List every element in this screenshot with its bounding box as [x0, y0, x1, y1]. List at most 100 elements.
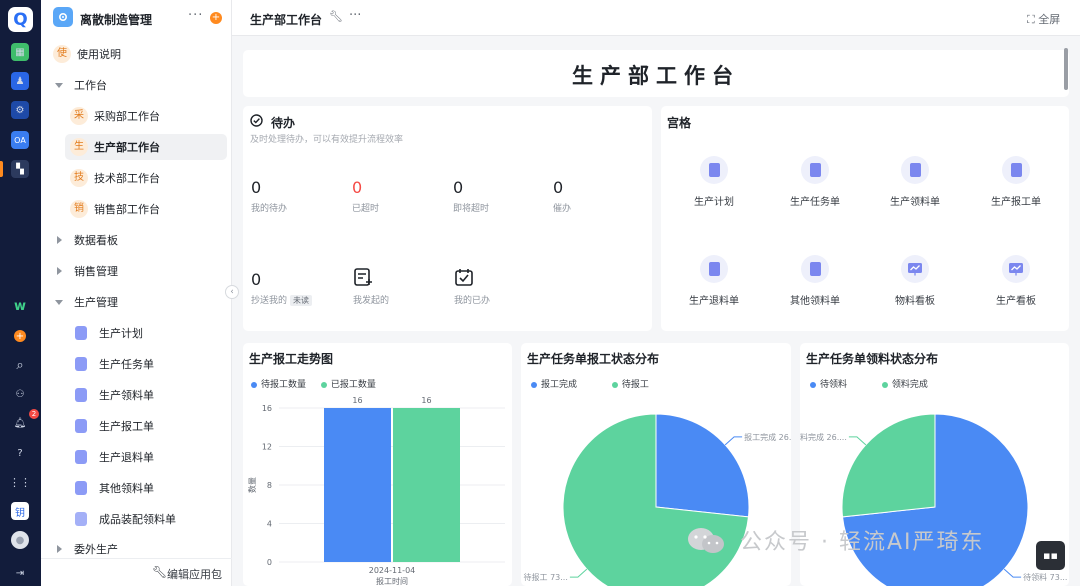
y-tick-label: 0: [267, 558, 272, 567]
palace-grid-card: 宫格 生产计划 生产任务单 生产领料单 生产报工单 生产退料单 其他领料单 物料…: [661, 106, 1069, 331]
sidebar-group-workbench[interactable]: 工作台: [41, 72, 232, 98]
help-icon[interactable]: ?: [11, 444, 29, 462]
palace-item-material-return[interactable]: 生产退料单: [669, 255, 759, 307]
sidebar-item-label: 生产领料单: [99, 389, 154, 402]
scrollbar-thumb[interactable]: [1064, 48, 1068, 90]
add-icon[interactable]: +: [11, 327, 29, 345]
oa-app-icon[interactable]: OA: [11, 131, 29, 149]
form-icon: [901, 156, 929, 184]
expand-rail-icon[interactable]: ⇥: [11, 564, 29, 582]
edit-app-package-label: 编辑应用包: [167, 568, 222, 581]
check-circle-icon: [250, 114, 263, 130]
sidebar-group-production[interactable]: 生产管理: [41, 289, 232, 315]
brand-w-icon[interactable]: w: [11, 297, 29, 315]
pie-slice-label: 报工完成 26....: [744, 432, 791, 442]
sidebar-item-label: 销售部工作台: [94, 203, 160, 216]
sidebar-item-work-report[interactable]: 生产报工单: [41, 413, 232, 439]
board-chart-icon: [901, 255, 929, 283]
sidebar-item-label: 技术部工作台: [94, 172, 160, 185]
sidebar-item-label: 生产任务单: [99, 358, 154, 371]
table-app-icon[interactable]: ▦: [11, 43, 29, 61]
palace-item-material-request[interactable]: 生产领料单: [870, 156, 960, 208]
rail-active-indicator: [0, 161, 3, 177]
wrench-icon: 🔧︎: [152, 565, 168, 579]
pie-slice: [841, 413, 936, 518]
org-app-icon[interactable]: ♟: [11, 72, 29, 90]
todo-card: 待办 及时处理待办，可以有效提升流程效率 0 我的待办 0 已超时 0 即将超时 0 催…: [243, 106, 652, 331]
palace-item-production-task[interactable]: 生产任务单: [770, 156, 860, 208]
sidebar-item-material-request[interactable]: 生产领料单: [41, 382, 232, 408]
quick-label: 我的已办: [454, 296, 491, 306]
sidebar-item-material-return[interactable]: 生产退料单: [41, 444, 232, 470]
palace-item-work-report[interactable]: 生产报工单: [971, 156, 1061, 208]
sidebar-item-other-request[interactable]: 其他领料单: [41, 475, 232, 501]
qingflow-logo-icon[interactable]: Q: [8, 7, 33, 32]
contacts-icon[interactable]: ⚇: [11, 385, 29, 403]
form-icon: [75, 357, 87, 371]
sidebar-group-sales[interactable]: 销售管理: [41, 258, 232, 284]
sidebar-item-production-plan[interactable]: 生产计划: [41, 320, 232, 346]
workbench-app-icon[interactable]: ▚: [11, 160, 29, 178]
y-axis-label: 数量: [247, 477, 257, 493]
caret-right-icon: [57, 545, 62, 553]
form-icon: [75, 419, 87, 433]
stat-urge[interactable]: 0 催办: [553, 178, 633, 214]
x-axis-label: 报工时间: [376, 576, 408, 586]
stat-value: 0: [251, 270, 262, 289]
sidebar-item-label: 工作台: [74, 79, 107, 92]
gear-app-icon[interactable]: ⚙: [11, 101, 29, 119]
stat-label: 我的待办: [251, 204, 288, 214]
palace-item-production-plan[interactable]: 生产计划: [669, 156, 759, 208]
avatar[interactable]: ●: [11, 531, 29, 549]
sidebar-item-tech-workbench[interactable]: 技技术部工作台: [41, 165, 232, 191]
sidebar-item-usage[interactable]: 使使用说明: [41, 41, 232, 67]
edit-app-package-button[interactable]: 🔧︎ 编辑应用包: [41, 558, 232, 586]
more-options-icon[interactable]: ···: [188, 8, 203, 23]
palace-item-other-request[interactable]: 其他领料单: [770, 255, 860, 307]
stat-cc-me[interactable]: 0 抄送我的 未读: [251, 270, 351, 306]
sidebar-item-assembly-request[interactable]: 成品装配领料单: [41, 506, 232, 532]
quick-done[interactable]: 我的已办: [454, 267, 490, 306]
stat-overdue[interactable]: 0 已超时: [352, 178, 432, 214]
tech-badge-icon: 技: [70, 169, 88, 187]
palace-item-material-board[interactable]: 物料看板: [870, 255, 960, 307]
sidebar-item-production-task[interactable]: 生产任务单: [41, 351, 232, 377]
todo-subtitle: 及时处理待办，可以有效提升流程效率: [250, 135, 404, 145]
palace-item-label: 生产领料单: [890, 197, 940, 208]
quick-label: 我发起的: [353, 296, 390, 306]
stat-label: 已超时: [352, 204, 380, 214]
board-chart-icon: [1002, 255, 1030, 283]
sidebar-group-dashboard[interactable]: 数据看板: [41, 227, 232, 253]
fullscreen-button[interactable]: ⛶ 全屏: [1027, 11, 1060, 27]
grid-icon[interactable]: ⋮⋮: [9, 473, 31, 491]
search-icon[interactable]: ⌕: [11, 356, 29, 374]
settings-wrench-icon[interactable]: 🔧︎: [329, 10, 343, 23]
palace-item-label: 其他领料单: [790, 296, 840, 307]
y-tick-label: 8: [267, 481, 272, 490]
sidebar-item-label: 成品装配领料单: [99, 513, 176, 526]
sidebar-item-purchase-workbench[interactable]: 采采购部工作台: [41, 103, 232, 129]
collapse-sidebar-button[interactable]: ‹: [225, 285, 239, 299]
palace-item-production-board[interactable]: 生产看板: [971, 255, 1061, 307]
workspace-icon[interactable]: 钥: [11, 502, 29, 520]
palace-item-label: 生产任务单: [790, 197, 840, 208]
sidebar-item-label: 委外生产: [74, 543, 118, 556]
sidebar-item-production-workbench[interactable]: 生生产部工作台: [41, 134, 232, 160]
dashboard-banner: 生产部工作台: [243, 50, 1069, 97]
caret-right-icon: [57, 236, 62, 244]
sidebar-item-label: 生产计划: [99, 327, 143, 340]
stat-my-todo[interactable]: 0 我的待办: [251, 178, 331, 214]
palace-title: 宫格: [667, 116, 692, 130]
stat-value: 0: [251, 178, 262, 197]
stat-due-soon[interactable]: 0 即将超时: [453, 178, 533, 214]
chat-support-button[interactable]: ▪▪: [1036, 541, 1065, 570]
form-icon: [75, 450, 87, 464]
pie-slice-label: 领料完成 26....: [800, 432, 847, 442]
more-options-icon[interactable]: ···: [349, 8, 361, 23]
bell-icon[interactable]: 🔔︎: [11, 414, 29, 432]
stat-value: 0: [453, 178, 464, 197]
quick-initiated[interactable]: 我发起的: [353, 267, 389, 306]
stat-label: 即将超时: [453, 204, 490, 214]
add-item-icon[interactable]: +: [210, 12, 222, 24]
sidebar-item-sales-workbench[interactable]: 销销售部工作台: [41, 196, 232, 222]
